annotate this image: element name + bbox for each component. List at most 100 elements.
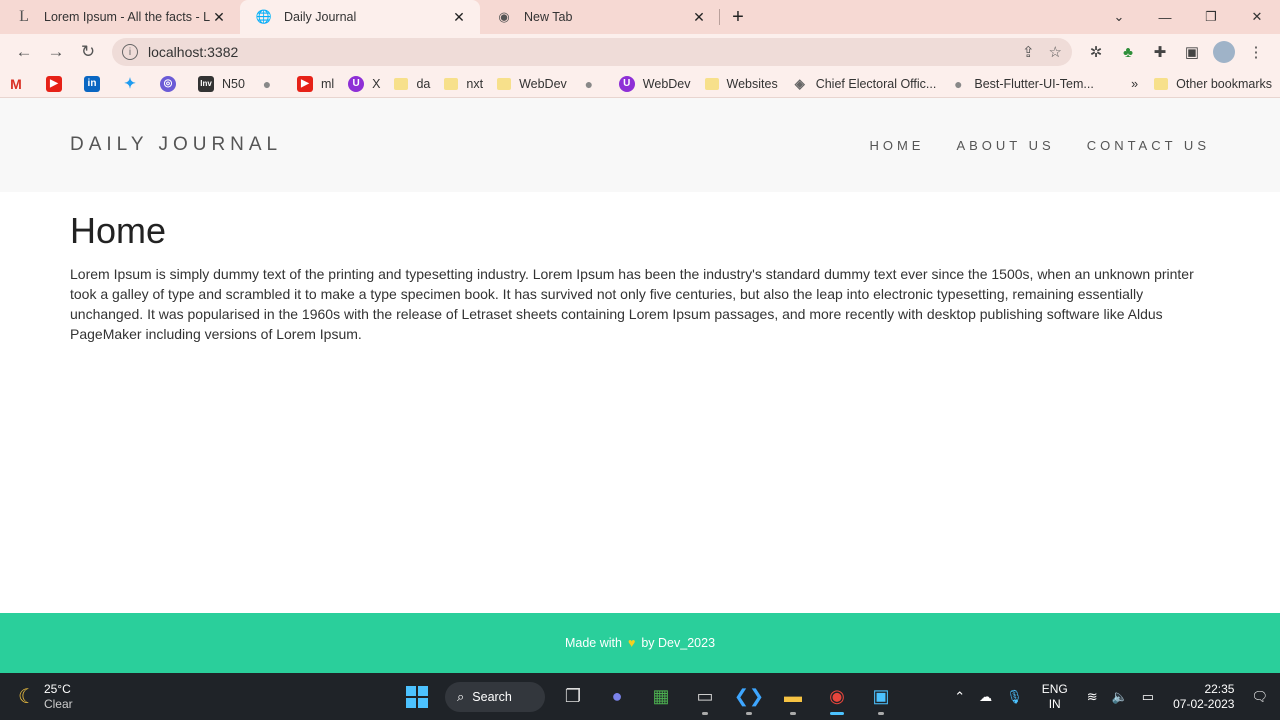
heart-icon: ♥: [627, 636, 636, 650]
battery-icon[interactable]: ▭: [1142, 689, 1154, 705]
forward-arrow-icon[interactable]: →: [40, 36, 72, 68]
tree-extension-icon[interactable]: ♣: [1112, 36, 1144, 68]
site-brand[interactable]: DAILY JOURNAL: [70, 134, 837, 156]
weather-temp: 25°C: [43, 681, 71, 696]
investing-icon: Inv: [198, 75, 214, 92]
spreadsheet-app-icon[interactable]: ▦: [639, 677, 683, 717]
meet-camera-icon[interactable]: ●: [595, 677, 639, 717]
volume-icon[interactable]: 🔈: [1112, 689, 1128, 705]
minimize-icon[interactable]: —: [1142, 0, 1188, 34]
tray-chevron-up-icon[interactable]: ⌃: [954, 689, 965, 705]
close-tab-icon[interactable]: ✕: [690, 9, 708, 26]
bookmark-webdev-folder[interactable]: WebDev: [497, 77, 567, 91]
fingerprint-icon: ◎: [160, 75, 176, 92]
system-tray: ⌃ ☁ 🎙 ENG IN ≋ 🔈 ▭ 22:35 07-02-2023 🗨: [947, 673, 1280, 720]
purple-badge-icon: U: [618, 75, 635, 92]
bookmark-youtube[interactable]: ▶: [46, 75, 70, 92]
close-tab-icon[interactable]: ✕: [210, 9, 228, 26]
bookmark-fingerprint[interactable]: ◎: [160, 75, 184, 92]
cloud-offline-icon[interactable]: ☁: [979, 689, 992, 705]
youtube-icon: ▶: [296, 75, 313, 92]
purple-badge-icon: U: [348, 75, 365, 92]
bookmark-websites[interactable]: Websites: [704, 77, 778, 91]
footer-suffix: by Dev_2023: [641, 636, 716, 650]
site-header: DAILY JOURNAL HOME ABOUT US CONTACT US: [0, 98, 1280, 192]
nav-home[interactable]: HOME: [869, 138, 924, 153]
page-body-text: Lorem Ipsum is simply dummy text of the …: [70, 266, 1194, 342]
microphone-icon[interactable]: 🎙: [1006, 689, 1023, 705]
other-bookmarks[interactable]: Other bookmarks: [1154, 77, 1272, 91]
bookmark-n50[interactable]: Inv N50: [198, 75, 245, 92]
chrome-taskbar-icon[interactable]: ◉: [815, 677, 859, 717]
search-icon: ⌕: [457, 688, 465, 704]
page-viewport: DAILY JOURNAL HOME ABOUT US CONTACT US H…: [0, 98, 1280, 673]
bookmark-github[interactable]: ●: [259, 76, 283, 92]
clock-time: 22:35: [1204, 681, 1235, 696]
weather-widget[interactable]: ☾ 25°C Clear: [18, 682, 218, 712]
new-tab-plus-icon[interactable]: +: [720, 0, 756, 34]
folder-icon: [1154, 78, 1169, 90]
bug-extension-icon[interactable]: ✲: [1080, 36, 1112, 68]
share-icon[interactable]: ⇪: [1022, 43, 1035, 61]
more-bookmarks-chevron[interactable]: »: [1131, 77, 1138, 91]
bookmarks-bar: M ▶ in ✦ ◎ Inv N50 ● ▶ ml UX da nxt WebDev…: [0, 70, 1280, 98]
screen-app-icon[interactable]: ▣: [859, 677, 903, 717]
menu-dots-icon[interactable]: ⋮: [1240, 36, 1272, 68]
file-explorer-icon[interactable]: ▬: [771, 677, 815, 717]
tab-search-chevron-icon[interactable]: ⌄: [1096, 0, 1142, 34]
tab-new-tab[interactable]: ◉ New Tab ✕: [480, 0, 720, 34]
vscode-icon[interactable]: ❮❯: [727, 677, 771, 717]
bookmark-x[interactable]: UX: [348, 75, 380, 92]
back-arrow-icon[interactable]: ←: [8, 36, 40, 68]
bookmark-ml[interactable]: ▶ ml: [296, 75, 334, 92]
tab-title: Daily Journal: [284, 10, 357, 24]
close-window-icon[interactable]: ✕: [1234, 0, 1280, 34]
profile-avatar[interactable]: [1213, 41, 1235, 63]
tab-title: Lorem Ipsum - All the facts - Lipsum: [44, 10, 210, 24]
gmail-icon: M: [10, 75, 22, 92]
close-tab-icon[interactable]: ✕: [450, 9, 468, 26]
url-text[interactable]: localhost:3382: [148, 44, 238, 60]
bookmark-gmail[interactable]: M: [8, 76, 32, 92]
nav-contact-us[interactable]: CONTACT US: [1087, 138, 1210, 153]
tab-daily-journal[interactable]: 🌐 Daily Journal ✕: [240, 0, 480, 34]
address-bar[interactable]: i localhost:3382 ⇪ ☆: [112, 38, 1072, 66]
notification-icon[interactable]: 🗨: [1251, 689, 1268, 705]
github-icon: ●: [584, 75, 594, 92]
clock[interactable]: 22:35 07-02-2023: [1173, 682, 1234, 712]
bookmark-linkedin[interactable]: in: [84, 75, 108, 92]
page-title: Home: [70, 210, 167, 251]
taskbar-search[interactable]: ⌕ Search: [445, 681, 545, 712]
reload-icon[interactable]: ↻: [72, 36, 104, 68]
weather-condition: Clear: [43, 696, 73, 711]
chrome-icon: ◉: [498, 9, 510, 24]
start-windows-icon[interactable]: [395, 677, 439, 717]
nav-about-us[interactable]: ABOUT US: [956, 138, 1054, 153]
language-indicator[interactable]: ENG IN: [1042, 682, 1068, 712]
window-controls: ⌄ — ❐ ✕: [1096, 0, 1280, 34]
bookmark-webdev[interactable]: U WebDev: [618, 75, 691, 92]
diamond-icon: ◈: [794, 75, 805, 91]
terminal-icon[interactable]: ▭: [683, 677, 727, 717]
taskbar-apps: ⌕ Search ❐ ● ▦ ▭ ❮❯ ▬ ◉ ▣: [395, 673, 903, 720]
bookmark-github-2[interactable]: ●: [581, 76, 605, 92]
task-view-icon[interactable]: ❐: [551, 677, 595, 717]
bookmark-chief-electoral[interactable]: ◈ Chief Electoral Offic...: [792, 76, 937, 92]
bookmark-da[interactable]: da: [394, 77, 430, 91]
bookmark-twitter[interactable]: ✦: [122, 75, 146, 92]
footer-prefix: Made with: [564, 636, 622, 650]
bookmark-flutter-ui[interactable]: ● Best-Flutter-UI-Tem...: [950, 76, 1094, 92]
site-info-icon[interactable]: i: [122, 44, 138, 60]
folder-icon: [497, 77, 512, 90]
side-panel-icon[interactable]: ▣: [1176, 36, 1208, 68]
wifi-icon[interactable]: ≋: [1087, 689, 1098, 705]
tab-strip: L Lorem Ipsum - All the facts - Lipsum ✕…: [0, 0, 1280, 34]
main-content: Home Lorem Ipsum is simply dummy text of…: [0, 192, 1280, 344]
linkedin-icon: in: [84, 75, 100, 92]
tab-lipsum[interactable]: L Lorem Ipsum - All the facts - Lipsum ✕: [0, 0, 240, 34]
site-footer: Made with ♥ by Dev_2023: [0, 613, 1280, 673]
restore-icon[interactable]: ❐: [1188, 0, 1234, 34]
bookmark-nxt[interactable]: nxt: [444, 77, 483, 91]
extensions-puzzle-icon[interactable]: ✚: [1144, 36, 1176, 68]
bookmark-star-icon[interactable]: ☆: [1049, 43, 1062, 61]
